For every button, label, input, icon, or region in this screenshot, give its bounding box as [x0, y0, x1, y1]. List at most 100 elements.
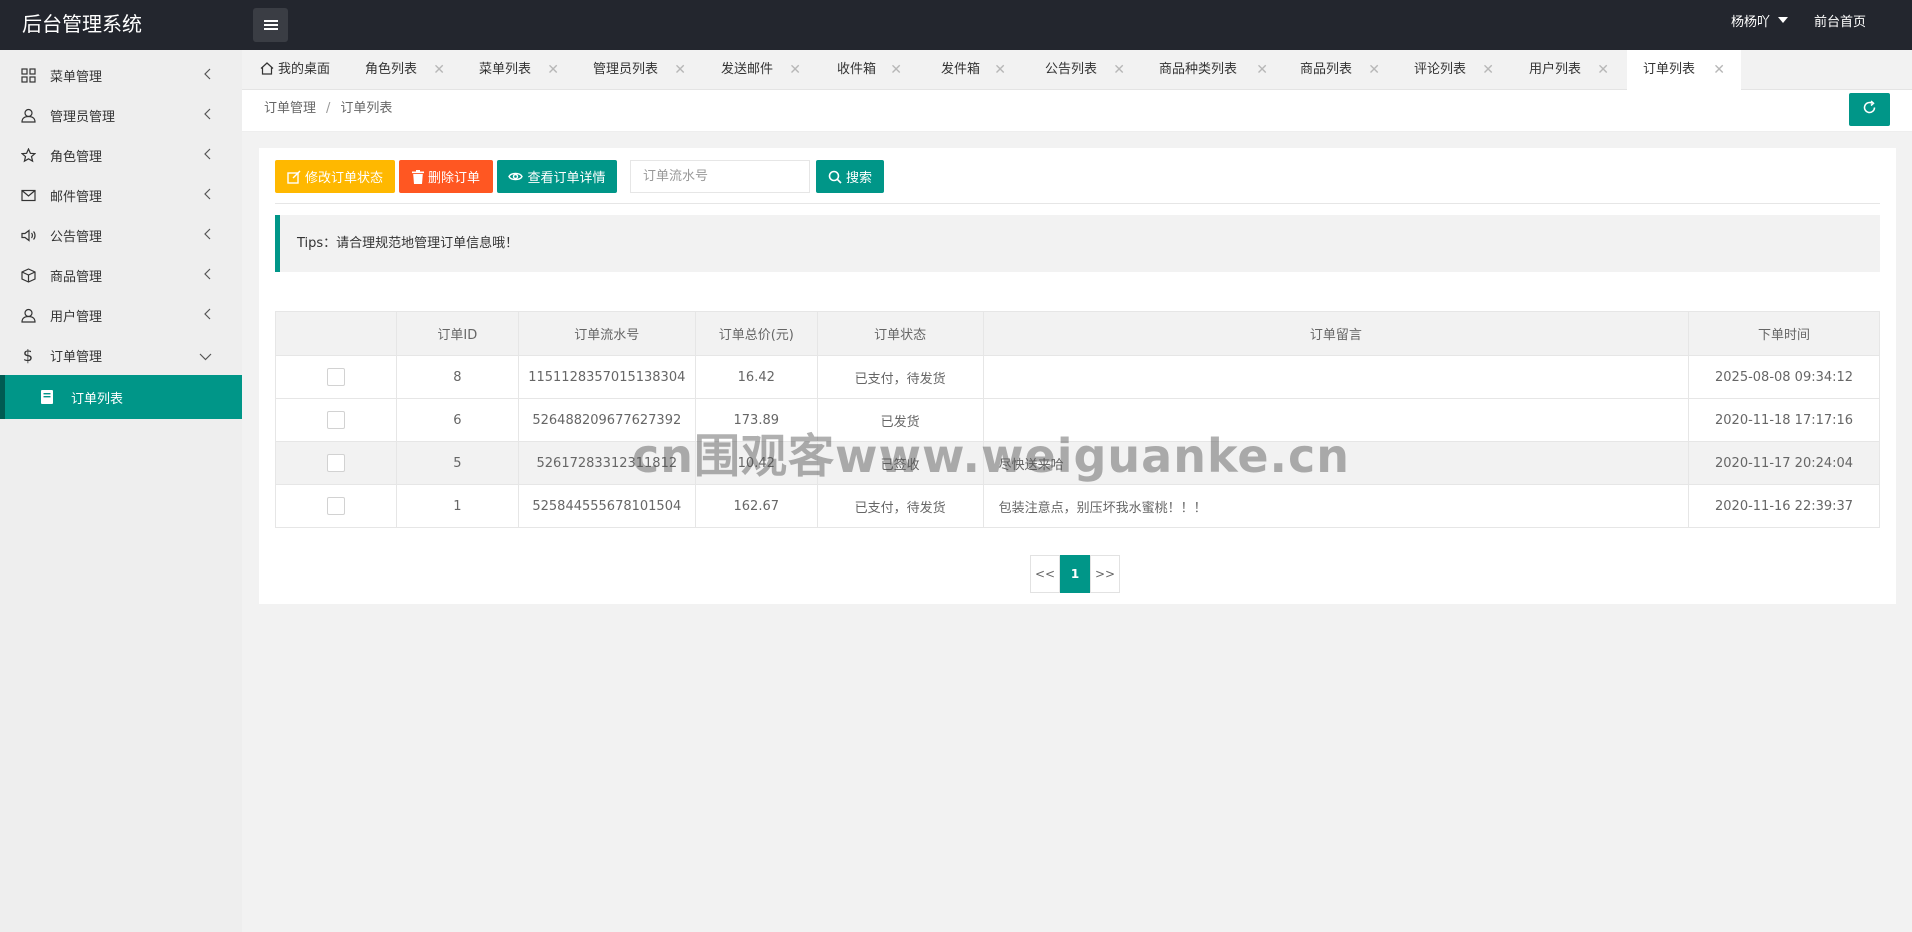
- tab-label: 收件箱: [837, 62, 877, 77]
- close-icon[interactable]: ✕: [1597, 50, 1609, 90]
- sidebar-item-admin[interactable]: 管理员管理: [0, 95, 242, 135]
- tab-label: 用户列表: [1529, 62, 1582, 77]
- tab-label: 商品列表: [1300, 62, 1353, 77]
- close-icon[interactable]: ✕: [547, 50, 559, 90]
- divider: [275, 203, 1880, 204]
- tab-bar: 我的桌面 角色列表 ✕ 菜单列表 ✕ 管理员列表 ✕ 发送邮件 ✕ 收件箱 ✕ 发件箱 ✕ …: [242, 50, 1912, 90]
- close-icon[interactable]: ✕: [1368, 50, 1380, 90]
- tab-user-list[interactable]: 用户列表 ✕: [1529, 50, 1609, 90]
- tab-role-list[interactable]: 角色列表 ✕: [365, 50, 445, 90]
- sidebar-item-user[interactable]: 用户管理: [0, 295, 242, 335]
- tab-send-mail[interactable]: 发送邮件 ✕: [721, 50, 801, 90]
- search-icon: [828, 170, 842, 184]
- close-icon[interactable]: ✕: [674, 50, 686, 90]
- order-id-cell: 5: [395, 441, 519, 485]
- user-menu[interactable]: 杨杨吖: [1731, 0, 1789, 46]
- close-icon[interactable]: ✕: [789, 50, 801, 90]
- breadcrumb-parent[interactable]: 订单管理: [264, 101, 316, 116]
- tab-inbox[interactable]: 收件箱 ✕: [837, 50, 902, 90]
- chevron-left-icon: [204, 228, 212, 244]
- tab-label: 我的桌面: [278, 62, 331, 77]
- sidebar-subitem-label: 订单列表: [71, 391, 124, 407]
- close-icon[interactable]: ✕: [1256, 50, 1268, 90]
- table-row[interactable]: 8 1151128357015138304 16.42 已支付，待发货 2025…: [275, 355, 1880, 399]
- order-price-cell: 16.42: [694, 355, 818, 399]
- tab-admin-list[interactable]: 管理员列表 ✕: [593, 50, 686, 90]
- table-row[interactable]: 6 526488209677627392 173.89 已发货 2020-11-…: [275, 398, 1880, 442]
- close-icon[interactable]: ✕: [994, 50, 1006, 90]
- tab-label: 评论列表: [1414, 62, 1467, 77]
- prev-page-button[interactable]: <<: [1030, 555, 1060, 593]
- menu-toggle-button[interactable]: [253, 8, 288, 42]
- tab-outbox[interactable]: 发件箱 ✕: [941, 50, 1006, 90]
- trash-icon: [411, 169, 424, 184]
- table-row[interactable]: 5 52617283312311812 10.42 已签收 尽快送来哈 2020…: [275, 441, 1880, 485]
- order-time-cell: 2020-11-17 20:24:04: [1688, 441, 1880, 485]
- caret-down-icon: [1778, 17, 1789, 23]
- tab-notice-list[interactable]: 公告列表 ✕: [1045, 50, 1125, 90]
- order-serial-search-input[interactable]: [630, 160, 810, 193]
- tab-comment-list[interactable]: 评论列表 ✕: [1414, 50, 1494, 90]
- sidebar-item-label: 管理员管理: [50, 109, 116, 125]
- sidebar-item-order[interactable]: $ 订单管理: [0, 335, 242, 375]
- order-status-cell: 已支付，待发货: [816, 484, 984, 528]
- row-checkbox[interactable]: [326, 454, 345, 472]
- next-page-button[interactable]: >>: [1090, 555, 1120, 593]
- delete-order-button[interactable]: 删除订单: [399, 160, 493, 193]
- sidebar-subitem-order-list[interactable]: 订单列表: [0, 375, 242, 419]
- close-icon[interactable]: ✕: [1113, 50, 1125, 90]
- sidebar-item-label: 订单管理: [50, 349, 103, 365]
- sidebar-item-notice[interactable]: 公告管理: [0, 215, 242, 255]
- tab-order-list[interactable]: 订单列表 ✕: [1627, 50, 1741, 90]
- order-price-cell: 10.42: [694, 441, 818, 485]
- order-price-cell: 173.89: [694, 398, 818, 442]
- table-row[interactable]: 1 525844555678101504 162.67 已支付，待发货 包装注意…: [275, 484, 1880, 528]
- order-status-cell: 已签收: [816, 441, 984, 485]
- close-icon[interactable]: ✕: [890, 50, 902, 90]
- order-status-cell: 已发货: [816, 398, 984, 442]
- row-checkbox[interactable]: [326, 411, 345, 429]
- row-checkbox[interactable]: [326, 368, 345, 386]
- tab-label: 公告列表: [1045, 62, 1098, 77]
- sidebar-item-label: 用户管理: [50, 309, 103, 325]
- close-icon[interactable]: ✕: [1713, 50, 1725, 90]
- order-id-cell: 6: [395, 398, 519, 442]
- dollar-icon: $: [22, 345, 34, 365]
- order-list-panel: 修改订单状态 删除订单 查看订单详情 搜索 Tips：请合理规范地管理订单信息哦…: [259, 148, 1896, 604]
- edit-order-status-button[interactable]: 修改订单状态: [275, 160, 395, 193]
- sidebar-item-mail[interactable]: 邮件管理: [0, 175, 242, 215]
- tab-goods-category-list[interactable]: 商品种类列表 ✕: [1159, 50, 1268, 90]
- order-note-cell: [982, 355, 1690, 399]
- grid-icon: [20, 67, 36, 83]
- sidebar-item-role[interactable]: 角色管理: [0, 135, 242, 175]
- tab-desktop[interactable]: 我的桌面: [260, 50, 342, 90]
- page-number-current[interactable]: 1: [1060, 555, 1090, 593]
- row-checkbox[interactable]: [326, 497, 345, 515]
- column-header: 下单时间: [1688, 311, 1880, 356]
- tab-goods-list[interactable]: 商品列表 ✕: [1300, 50, 1380, 90]
- search-button[interactable]: 搜索: [816, 160, 884, 193]
- tab-label: 角色列表: [365, 62, 418, 77]
- mail-icon: [20, 187, 36, 203]
- refresh-button[interactable]: [1849, 93, 1890, 126]
- sidebar-item-menu[interactable]: 菜单管理: [0, 55, 242, 95]
- tab-menu-list[interactable]: 菜单列表 ✕: [479, 50, 559, 90]
- chevron-left-icon: [204, 188, 212, 204]
- order-id-cell: 1: [395, 484, 519, 528]
- tab-label: 发件箱: [941, 62, 981, 77]
- cube-icon: [20, 267, 36, 283]
- user-icon: [20, 307, 36, 323]
- tab-label: 发送邮件: [721, 62, 774, 77]
- refresh-icon: [1862, 100, 1877, 119]
- user-icon: [20, 107, 36, 123]
- front-home-link[interactable]: 前台首页: [1814, 0, 1866, 46]
- order-time-cell: 2020-11-18 17:17:16: [1688, 398, 1880, 442]
- order-note-cell: 包装注意点，别压坏我水蜜桃！！！: [982, 484, 1690, 528]
- breadcrumb-current: 订单列表: [340, 101, 393, 116]
- view-order-detail-button[interactable]: 查看订单详情: [497, 160, 617, 193]
- sidebar-item-goods[interactable]: 商品管理: [0, 255, 242, 295]
- close-icon[interactable]: ✕: [433, 50, 445, 90]
- breadcrumb-bar: 订单管理 / 订单列表: [242, 90, 1912, 132]
- close-icon[interactable]: ✕: [1482, 50, 1494, 90]
- order-note-cell: 尽快送来哈: [982, 441, 1690, 485]
